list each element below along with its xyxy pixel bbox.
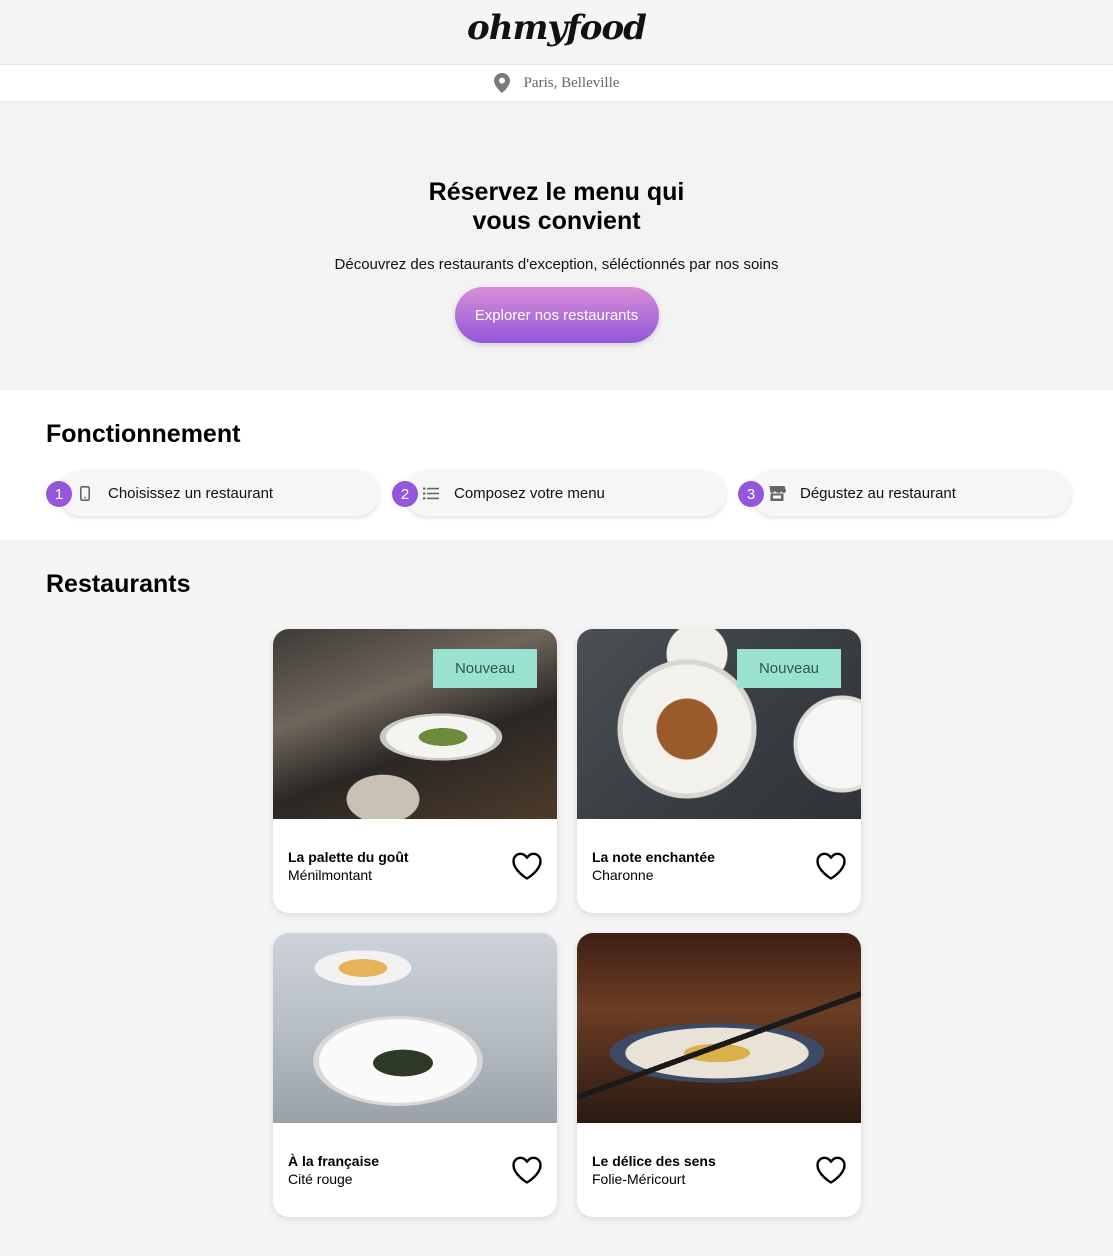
how-it-works-title: Fonctionnement bbox=[46, 420, 241, 448]
step-pill: Composez votre menu bbox=[404, 470, 726, 516]
logo[interactable]: ohmyfood bbox=[467, 8, 647, 48]
explore-restaurants-button[interactable]: Explorer nos restaurants bbox=[454, 287, 659, 343]
restaurant-name: La note enchantée bbox=[592, 849, 715, 865]
mobile-phone-icon bbox=[76, 484, 94, 502]
card-body: La note enchantée Charonne bbox=[577, 819, 861, 913]
step-pill: Choisissez un restaurant bbox=[58, 470, 380, 516]
restaurant-card[interactable]: Nouveau La note enchantée Charonne bbox=[577, 629, 861, 913]
site-header: ohmyfood bbox=[0, 0, 1113, 64]
restaurant-area: Cité rouge bbox=[288, 1171, 353, 1187]
restaurant-name: Le délice des sens bbox=[592, 1153, 716, 1169]
card-text: Le délice des sens Folie-Méricourt bbox=[592, 1153, 716, 1187]
new-badge: Nouveau bbox=[737, 649, 841, 688]
step-label: Composez votre menu bbox=[454, 484, 605, 502]
card-text: La note enchantée Charonne bbox=[592, 849, 715, 883]
step-item: 3 Dégustez au restaurant bbox=[738, 470, 1072, 516]
restaurant-photo bbox=[577, 933, 861, 1123]
step-label: Choisissez un restaurant bbox=[108, 484, 274, 502]
steps-list: 1 Choisissez un restaurant 2 Composez vo… bbox=[46, 470, 1113, 516]
list-icon bbox=[422, 484, 440, 502]
restaurant-card[interactable]: Le délice des sens Folie-Méricourt bbox=[577, 933, 861, 1217]
step-number: 2 bbox=[392, 481, 418, 507]
heart-icon[interactable] bbox=[815, 1155, 847, 1185]
map-pin-icon bbox=[493, 73, 510, 93]
restaurant-name: La palette du goût bbox=[288, 849, 409, 865]
location-text: Paris, Belleville bbox=[523, 74, 620, 91]
card-body: Le délice des sens Folie-Méricourt bbox=[577, 1123, 861, 1217]
step-label: Dégustez au restaurant bbox=[800, 484, 956, 502]
store-icon bbox=[768, 484, 786, 502]
how-it-works-section: Fonctionnement 1 Choisissez un restauran… bbox=[0, 390, 1113, 540]
restaurant-photo: Nouveau bbox=[273, 629, 557, 819]
location-bar: Paris, Belleville bbox=[0, 64, 1113, 102]
restaurant-name: À la française bbox=[288, 1153, 380, 1169]
hero-title: Réservez le menu qui vous convient bbox=[428, 178, 685, 235]
restaurant-area: Charonne bbox=[592, 867, 654, 883]
restaurants-title: Restaurants bbox=[46, 570, 191, 598]
restaurant-photo: Nouveau bbox=[577, 629, 861, 819]
step-item: 2 Composez votre menu bbox=[392, 470, 726, 516]
restaurant-card[interactable]: Nouveau La palette du goût Ménilmontant bbox=[273, 629, 557, 913]
heart-icon[interactable] bbox=[511, 851, 543, 881]
restaurant-grid: Nouveau La palette du goût Ménilmontant … bbox=[273, 629, 1113, 1217]
new-badge: Nouveau bbox=[433, 649, 537, 688]
restaurant-photo bbox=[273, 933, 557, 1123]
card-body: À la française Cité rouge bbox=[273, 1123, 557, 1217]
hero-section: Réservez le menu qui vous convient Décou… bbox=[0, 102, 1113, 390]
heart-icon[interactable] bbox=[815, 851, 847, 881]
card-text: La palette du goût Ménilmontant bbox=[288, 849, 409, 883]
hero-subtitle: Découvrez des restaurants d'exception, s… bbox=[334, 256, 779, 273]
card-body: La palette du goût Ménilmontant bbox=[273, 819, 557, 913]
restaurant-card[interactable]: À la française Cité rouge bbox=[273, 933, 557, 1217]
restaurant-area: Ménilmontant bbox=[288, 867, 373, 883]
step-number: 3 bbox=[738, 481, 764, 507]
restaurants-section: Restaurants Nouveau La palette du goût M… bbox=[0, 540, 1113, 1217]
card-text: À la française Cité rouge bbox=[288, 1153, 379, 1187]
step-pill: Dégustez au restaurant bbox=[750, 470, 1072, 516]
step-number: 1 bbox=[46, 481, 72, 507]
restaurant-area: Folie-Méricourt bbox=[592, 1171, 686, 1187]
heart-icon[interactable] bbox=[511, 1155, 543, 1185]
step-item: 1 Choisissez un restaurant bbox=[46, 470, 380, 516]
